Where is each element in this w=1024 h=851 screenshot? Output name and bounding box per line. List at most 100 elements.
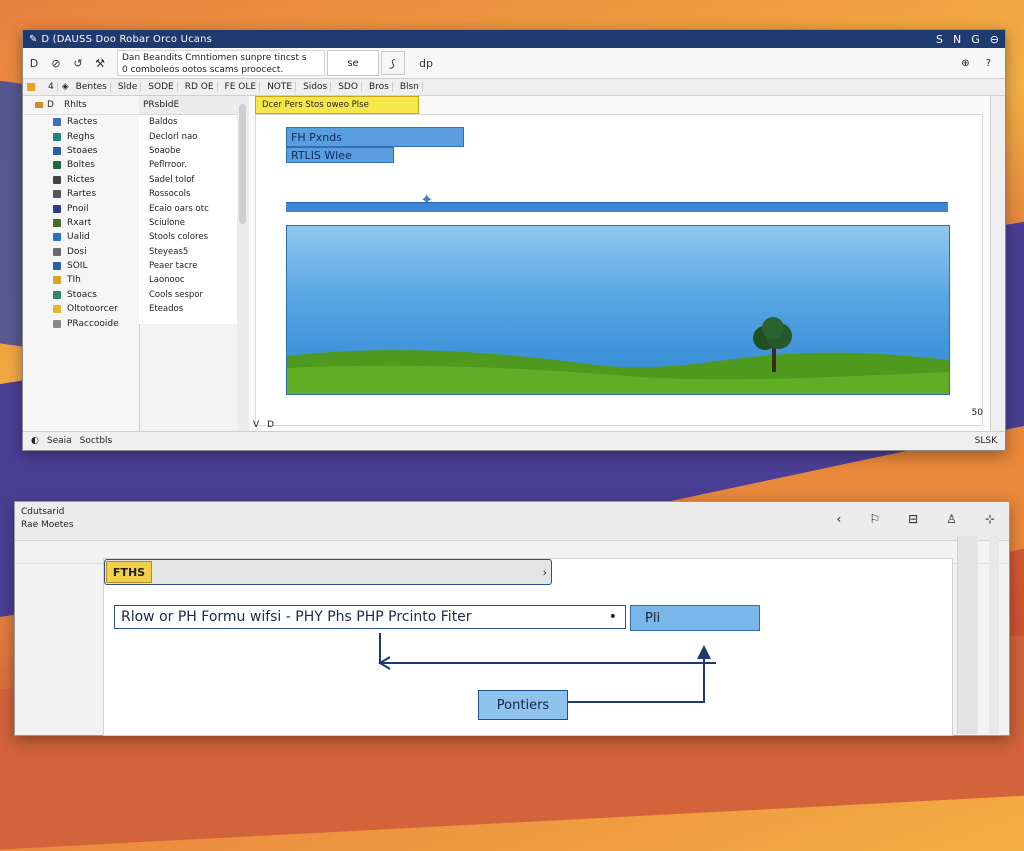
dp-label: dp	[419, 56, 433, 70]
toolbar-tab[interactable]: NOTE	[264, 82, 297, 92]
status-text: Soctbls	[79, 436, 113, 446]
sidebar-item-icon	[53, 262, 61, 271]
sidebar-item[interactable]: Stoaes	[23, 144, 139, 158]
toolbar-tab[interactable]: Bentes	[73, 82, 111, 92]
text-box[interactable]: RTLIS Wlee	[286, 147, 394, 163]
formula-scrollbars	[953, 536, 1009, 734]
file-list-item[interactable]: Eteados	[139, 302, 237, 316]
ribbon: D ⊘ ↺ ⚒ Dan Beandits Cmntiomen sunpre ti…	[23, 48, 1005, 79]
title-line: Cdutsarid	[21, 507, 65, 517]
ribbon-info-box: Dan Beandits Cmntiomen sunpre tincst s 0…	[117, 50, 325, 76]
sidebar-item-icon	[53, 319, 61, 328]
sidebar-item[interactable]: Dosi	[23, 245, 139, 259]
file-list-item[interactable]: Sciulone	[139, 216, 237, 230]
document-icon[interactable]: D	[23, 52, 45, 74]
vertical-scrollbar[interactable]	[957, 536, 978, 734]
file-list-item[interactable]: Steyeas5	[139, 245, 237, 259]
header-icons: ‹ ⚐ ⊟ ♙ ⊹	[837, 506, 1003, 526]
file-list-item[interactable]: Rossocols	[139, 187, 237, 201]
sidebar-item-label: Oltotoorcer	[67, 304, 118, 315]
sidebar-item-icon	[53, 190, 61, 199]
window-control-button[interactable]: ⊖	[990, 33, 999, 46]
help-icon[interactable]: ?	[986, 58, 991, 69]
file-list-item[interactable]: Soaobe	[139, 144, 237, 158]
pencil-icon: ✎	[29, 33, 38, 45]
sidebar-item[interactable]: PRaccooide	[23, 316, 139, 330]
search-button[interactable]: se	[327, 50, 379, 76]
file-list-item[interactable]: Cools sespor	[139, 288, 237, 302]
window-controls: S N G ⊖	[936, 33, 999, 46]
sidebar-item-icon	[53, 204, 61, 213]
toolbar-tab[interactable]: 4	[45, 82, 58, 92]
sidebar-item[interactable]: Pnoil	[23, 201, 139, 215]
status-bar: ◐ Seaia Soctbls SLSK	[23, 431, 1005, 450]
sidebar-item-icon	[53, 290, 61, 299]
toolbar-tab[interactable]: SODE	[145, 82, 178, 92]
sidebar-item-label: Ualid	[67, 232, 90, 243]
format-icon[interactable]: ꠹	[381, 51, 405, 75]
sidebar-item[interactable]: Boltes	[23, 158, 139, 172]
file-list-item[interactable]: Laonooc	[139, 273, 237, 287]
file-list-item[interactable]: Baldos	[139, 115, 237, 129]
layout-icon[interactable]: ⊟	[908, 512, 918, 526]
dropdown-arrow-icon[interactable]: ›	[543, 566, 547, 579]
sidebar-item[interactable]: Rxart	[23, 216, 139, 230]
back-icon[interactable]: ‹	[837, 512, 842, 526]
toolbar-tab[interactable]: FE OLE	[222, 82, 261, 92]
user-icon[interactable]: ♙	[946, 512, 957, 526]
status-text-right: SLSK	[974, 436, 997, 446]
slider-track[interactable]	[286, 202, 948, 212]
toolbar-tab[interactable]: Slde	[115, 82, 142, 92]
arrow-icon[interactable]: ↺	[67, 52, 89, 74]
file-list-item[interactable]: Peaer tacre	[139, 259, 237, 273]
search-label: se	[347, 57, 359, 69]
vertical-scrollbar[interactable]	[989, 536, 999, 734]
share-icon[interactable]: ⊕	[961, 58, 969, 69]
scroll-thumb[interactable]	[239, 104, 246, 224]
sidebar-item-icon	[53, 233, 61, 242]
toolbar-tab[interactable]: Blsn	[397, 82, 423, 92]
tools-icon[interactable]: ⚒	[89, 52, 111, 74]
file-list-item[interactable]: Peflrroor.	[139, 158, 237, 172]
dp-button[interactable]: dp	[415, 52, 437, 74]
palette-icon[interactable]: ⊘	[45, 52, 67, 74]
toolbar-tab[interactable]: Bros	[366, 82, 393, 92]
sidebar-item[interactable]: Oltotoorcer	[23, 302, 139, 316]
right-scrollbar[interactable]	[990, 96, 1005, 432]
folder-icon	[35, 102, 43, 108]
file-list-item[interactable]: Stools colores	[139, 230, 237, 244]
sidebar-item[interactable]: Rartes	[23, 187, 139, 201]
file-list-item[interactable]: Declorl nao	[139, 129, 237, 143]
file-list: Baldos Declorl nao Soaobe Peflrroor. Sadel t…	[139, 115, 237, 316]
sidebar-item[interactable]: Stoacs	[23, 288, 139, 302]
file-list-item[interactable]: Sadel tolof	[139, 173, 237, 187]
toolbar-tab[interactable]: Sidos	[300, 82, 332, 92]
window-control-button[interactable]: S	[936, 33, 943, 46]
file-list-panel: PRsbIdE Baldos Declorl nao Soaobe Peflrroor…	[139, 96, 238, 324]
toolbar-tab[interactable]: RD OE	[182, 82, 218, 92]
result-box[interactable]: Pontiers	[478, 690, 568, 720]
sidebar-item-icon	[53, 218, 61, 227]
path-bar[interactable]: FTHS ›	[104, 559, 552, 585]
formula-input[interactable]: Rlow or PH Formu wifsi - PHY Phs PHP Prc…	[114, 605, 626, 629]
sidebar-header: D Rhlts	[23, 96, 139, 115]
sidebar-item[interactable]: Ualid	[23, 230, 139, 244]
flag-icon[interactable]: ⚐	[869, 512, 880, 526]
window-control-button[interactable]: G	[971, 33, 980, 46]
sidebar-item[interactable]: Rictes	[23, 173, 139, 187]
sidebar-item[interactable]: Reghs	[23, 129, 139, 143]
window-control-button[interactable]: N	[953, 33, 961, 46]
toolbar-tab[interactable]: SDO	[335, 82, 362, 92]
pin-icon[interactable]: ⊹	[985, 512, 995, 526]
sidebar-item[interactable]: SOIL	[23, 259, 139, 273]
formula-result-box[interactable]: Pli	[630, 605, 760, 631]
canvas-page[interactable]: FH Pxnds RTLIS Wlee ✦	[255, 114, 983, 426]
status-text: Seaia	[46, 436, 72, 446]
sidebar-item[interactable]: Ractes	[23, 115, 139, 129]
file-list-item[interactable]: Ecaio oars otc	[139, 201, 237, 215]
landscape-image	[286, 225, 950, 395]
landscape-illustration	[287, 317, 949, 394]
sidebar-item[interactable]: TIh	[23, 273, 139, 287]
sidebar-item-label: Rartes	[67, 189, 97, 200]
text-box[interactable]: FH Pxnds	[286, 127, 464, 147]
